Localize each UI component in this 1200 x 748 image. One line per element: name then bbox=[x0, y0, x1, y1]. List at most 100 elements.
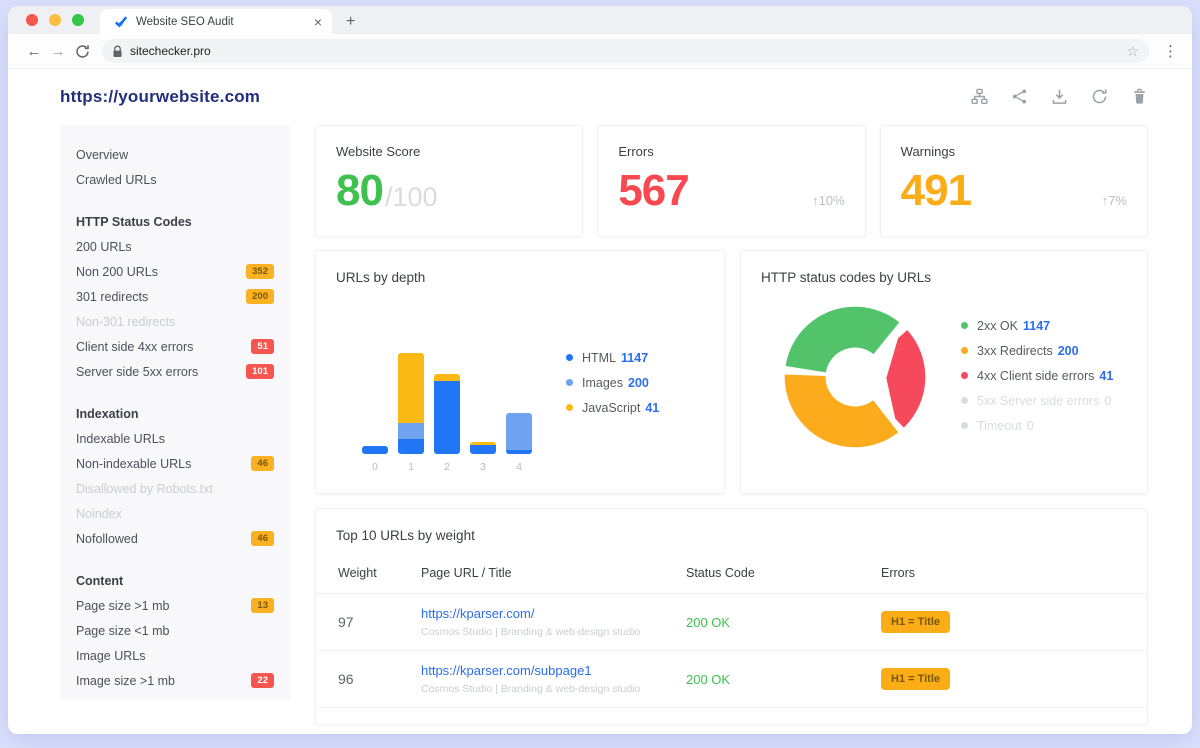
sidebar-item-non-indexable-urls[interactable]: Non-indexable URLs46 bbox=[76, 451, 274, 476]
sidebar-item-page-size-1-mb[interactable]: Page size <1 mb bbox=[76, 618, 274, 643]
bar-segment-html bbox=[398, 439, 424, 454]
table-title: Top 10 URLs by weight bbox=[316, 509, 1147, 543]
donut-segment-4xx-client-side-errors[interactable] bbox=[886, 330, 925, 428]
x-tick-label: 2 bbox=[434, 461, 460, 473]
sidebar-item-overview[interactable]: Overview bbox=[76, 142, 274, 167]
column-weight: Weight bbox=[338, 566, 421, 580]
app-header: https://yourwebsite.com bbox=[60, 68, 1148, 125]
browser-window: Website SEO Audit × + ← → sitechecker.pr… bbox=[8, 6, 1192, 734]
legend-value: 200 bbox=[628, 376, 649, 390]
sidebar-item-noindex[interactable]: Noindex bbox=[76, 501, 274, 526]
cell-errors: H1 = Title bbox=[881, 611, 1147, 633]
sidebar-item-label: Crawled URLs bbox=[76, 173, 274, 187]
lock-icon bbox=[112, 45, 123, 58]
share-icon[interactable] bbox=[1011, 88, 1028, 105]
error-badge[interactable]: H1 = Title bbox=[881, 668, 950, 690]
warnings-delta: ↑7% bbox=[1102, 193, 1127, 208]
legend-label: Timeout bbox=[977, 419, 1022, 433]
sidebar-item-label: Client side 4xx errors bbox=[76, 340, 251, 354]
sidebar-item-label: Non-indexable URLs bbox=[76, 457, 251, 471]
browser-menu-icon[interactable]: ⋮ bbox=[1163, 42, 1178, 60]
legend-value: 200 bbox=[1058, 344, 1079, 358]
legend-value: 1147 bbox=[621, 351, 648, 365]
bar-depth-4[interactable] bbox=[506, 413, 532, 454]
sidebar-item-label: Non-301 redirects bbox=[76, 315, 274, 329]
stats-row: Website Score 80 /100 Errors 567 bbox=[315, 125, 1148, 237]
stat-label: Errors bbox=[618, 144, 844, 159]
sidebar-item-non-301-redirects[interactable]: Non-301 redirects bbox=[76, 309, 274, 334]
sidebar-item-client-side-4xx-errors[interactable]: Client side 4xx errors51 bbox=[76, 334, 274, 359]
sidebar-item-200-urls[interactable]: 200 URLs bbox=[76, 234, 274, 259]
sidebar-item-badge: 22 bbox=[251, 673, 274, 688]
cell-page-url: https://kparser.com/subpage1Cosmos Studi… bbox=[421, 663, 686, 695]
sidebar-item-image-urls[interactable]: Image URLs bbox=[76, 643, 274, 668]
table-header: Weight Page URL / Title Status Code Erro… bbox=[316, 543, 1147, 594]
sidebar-section-title-http-status-codes: HTTP Status Codes bbox=[76, 209, 274, 234]
sidebar-item-badge: 352 bbox=[246, 264, 274, 279]
sidebar-item-badge: 46 bbox=[251, 456, 274, 471]
legend-item-html[interactable]: HTML1147 bbox=[566, 345, 659, 370]
stat-label: Warnings bbox=[901, 144, 1127, 159]
chart-title: HTTP status codes by URLs bbox=[741, 251, 1147, 285]
delete-icon[interactable] bbox=[1131, 88, 1148, 105]
new-tab-button[interactable]: + bbox=[346, 14, 355, 30]
page-url-link[interactable]: https://kparser.com/subpage1 bbox=[421, 663, 686, 678]
main-panel: Website Score 80 /100 Errors 567 bbox=[315, 125, 1148, 725]
error-badge[interactable]: H1 = Title bbox=[881, 611, 950, 633]
refresh-icon[interactable] bbox=[1091, 88, 1108, 105]
table-row-2: 96https://kparser.com/subpage1Cosmos Stu… bbox=[316, 651, 1147, 708]
sidebar-item-indexable-urls[interactable]: Indexable URLs bbox=[76, 426, 274, 451]
legend-item-3xx-redirects[interactable]: 3xx Redirects200 bbox=[961, 338, 1113, 363]
sitemap-icon[interactable] bbox=[971, 88, 988, 105]
legend-item-timeout[interactable]: Timeout 0 bbox=[961, 413, 1113, 438]
chart-title: URLs by depth bbox=[316, 251, 724, 285]
bookmark-star-icon[interactable]: ☆ bbox=[1126, 44, 1139, 58]
x-tick-label: 4 bbox=[506, 461, 532, 473]
legend-item-4xx-client-side-errors[interactable]: 4xx Client side errors41 bbox=[961, 363, 1113, 388]
donut-segment-3xx-redirects[interactable] bbox=[785, 375, 899, 448]
page-url-link[interactable]: https://kparser.com/ bbox=[421, 606, 686, 621]
legend-dot bbox=[961, 347, 968, 354]
cell-status-code: 200 OK bbox=[686, 615, 881, 630]
close-tab-icon[interactable]: × bbox=[314, 15, 322, 29]
legend-label: Images bbox=[582, 376, 623, 390]
sidebar-item-crawled-urls[interactable]: Crawled URLs bbox=[76, 167, 274, 192]
close-window-button[interactable] bbox=[26, 14, 38, 26]
sidebar-item-disallowed-by-robots-txt[interactable]: Disallowed by Robots.txt bbox=[76, 476, 274, 501]
bar-depth-1[interactable] bbox=[398, 353, 424, 454]
legend-item-2xx-ok[interactable]: 2xx OK1147 bbox=[961, 313, 1113, 338]
bar-depth-3[interactable] bbox=[470, 442, 496, 454]
legend-value: 0 bbox=[1027, 419, 1034, 433]
legend-dot bbox=[961, 372, 968, 379]
legend-dot bbox=[566, 404, 573, 411]
warnings-value: 491 bbox=[901, 171, 971, 211]
minimize-window-button[interactable] bbox=[49, 14, 61, 26]
bar-depth-2[interactable] bbox=[434, 374, 460, 454]
sidebar-item-page-size-1-mb[interactable]: Page size >1 mb13 bbox=[76, 593, 274, 618]
legend-dot bbox=[961, 422, 968, 429]
browser-tab[interactable]: Website SEO Audit × bbox=[100, 9, 332, 34]
address-bar[interactable]: sitechecker.pro ☆ bbox=[102, 39, 1149, 63]
legend-item-images[interactable]: Images 200 bbox=[566, 370, 659, 395]
legend-item-javascript[interactable]: JavaScript41 bbox=[566, 395, 659, 420]
tab-title: Website SEO Audit bbox=[136, 16, 306, 28]
bar-segment-html bbox=[362, 446, 388, 454]
download-icon[interactable] bbox=[1051, 88, 1068, 105]
legend-dot bbox=[566, 379, 573, 386]
maximize-window-button[interactable] bbox=[72, 14, 84, 26]
bar-segment-html bbox=[470, 445, 496, 454]
sidebar-item-301-redirects[interactable]: 301 redirects200 bbox=[76, 284, 274, 309]
reload-button[interactable] bbox=[70, 44, 94, 59]
back-button[interactable]: ← bbox=[22, 44, 46, 59]
donut-segment-2xx-ok[interactable] bbox=[786, 307, 900, 373]
sidebar-item-image-size-1-mb[interactable]: Image size >1 mb22 bbox=[76, 668, 274, 693]
bar-depth-0[interactable] bbox=[362, 446, 388, 454]
legend-dot bbox=[566, 354, 573, 361]
legend-label: 2xx OK bbox=[977, 319, 1018, 333]
legend-item-5xx-server-side-errors[interactable]: 5xx Server side errors0 bbox=[961, 388, 1113, 413]
depth-legend: HTML1147 Images 200 JavaScript41 bbox=[566, 345, 659, 420]
forward-button[interactable]: → bbox=[46, 44, 70, 59]
sidebar-item-non-200-urls[interactable]: Non 200 URLs352 bbox=[76, 259, 274, 284]
sidebar-item-nofollowed[interactable]: Nofollowed46 bbox=[76, 526, 274, 551]
sidebar-item-server-side-5xx-errors[interactable]: Server side 5xx errors101 bbox=[76, 359, 274, 384]
